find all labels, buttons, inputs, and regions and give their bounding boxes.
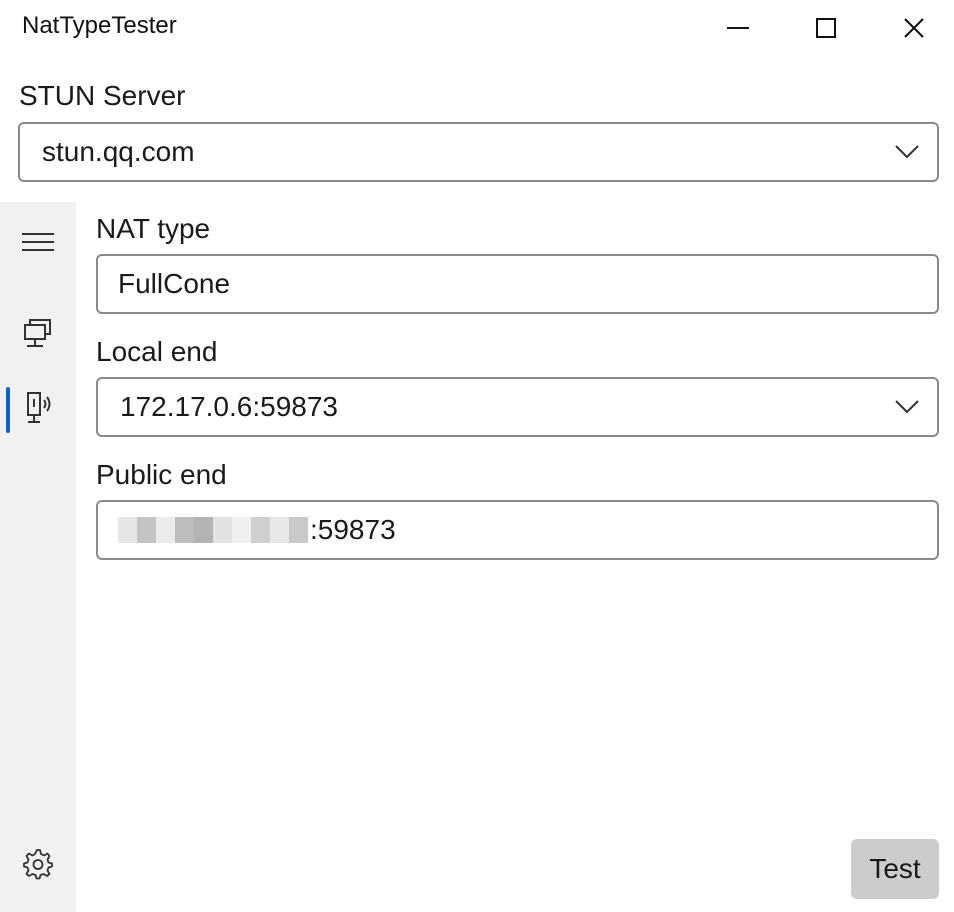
nat-type-field[interactable]: FullCone (96, 254, 939, 314)
local-end-value[interactable]: 172.17.0.6:59873 (120, 379, 338, 435)
nav-item-settings[interactable] (0, 836, 76, 892)
gear-icon (23, 849, 53, 880)
nav-item-server[interactable] (0, 306, 76, 362)
title-bar: NatTypeTester (0, 0, 954, 56)
navigation-sidebar (0, 202, 76, 912)
local-end-label: Local end (96, 336, 218, 367)
public-end-port[interactable]: :59873 (310, 502, 396, 558)
nav-item-nat-check[interactable] (0, 380, 76, 436)
maximize-button[interactable] (798, 8, 854, 48)
close-button[interactable] (886, 8, 942, 48)
stun-server-value[interactable]: stun.qq.com (42, 124, 195, 180)
hamburger-icon (22, 233, 54, 251)
maximize-icon (816, 18, 836, 38)
minimize-button[interactable] (710, 8, 766, 48)
redacted-ip-mask (118, 517, 308, 543)
chevron-down-icon[interactable] (895, 145, 919, 159)
close-icon (904, 18, 924, 38)
app-title: NatTypeTester (22, 12, 177, 39)
chevron-down-icon[interactable] (895, 400, 919, 414)
nav-menu-toggle[interactable] (0, 214, 76, 270)
stun-server-combobox[interactable]: stun.qq.com (18, 122, 939, 182)
minimize-icon (727, 27, 749, 29)
stun-server-label: STUN Server (19, 80, 186, 111)
local-end-combobox[interactable]: 172.17.0.6:59873 (96, 377, 939, 437)
nat-type-value[interactable]: FullCone (118, 256, 230, 312)
nat-type-label: NAT type (96, 213, 211, 244)
public-end-label: Public end (96, 459, 227, 490)
public-end-field[interactable]: :59873 (96, 500, 939, 560)
device-signal-icon (27, 392, 51, 423)
test-button[interactable]: Test (851, 839, 939, 899)
network-computer-icon (24, 319, 51, 347)
